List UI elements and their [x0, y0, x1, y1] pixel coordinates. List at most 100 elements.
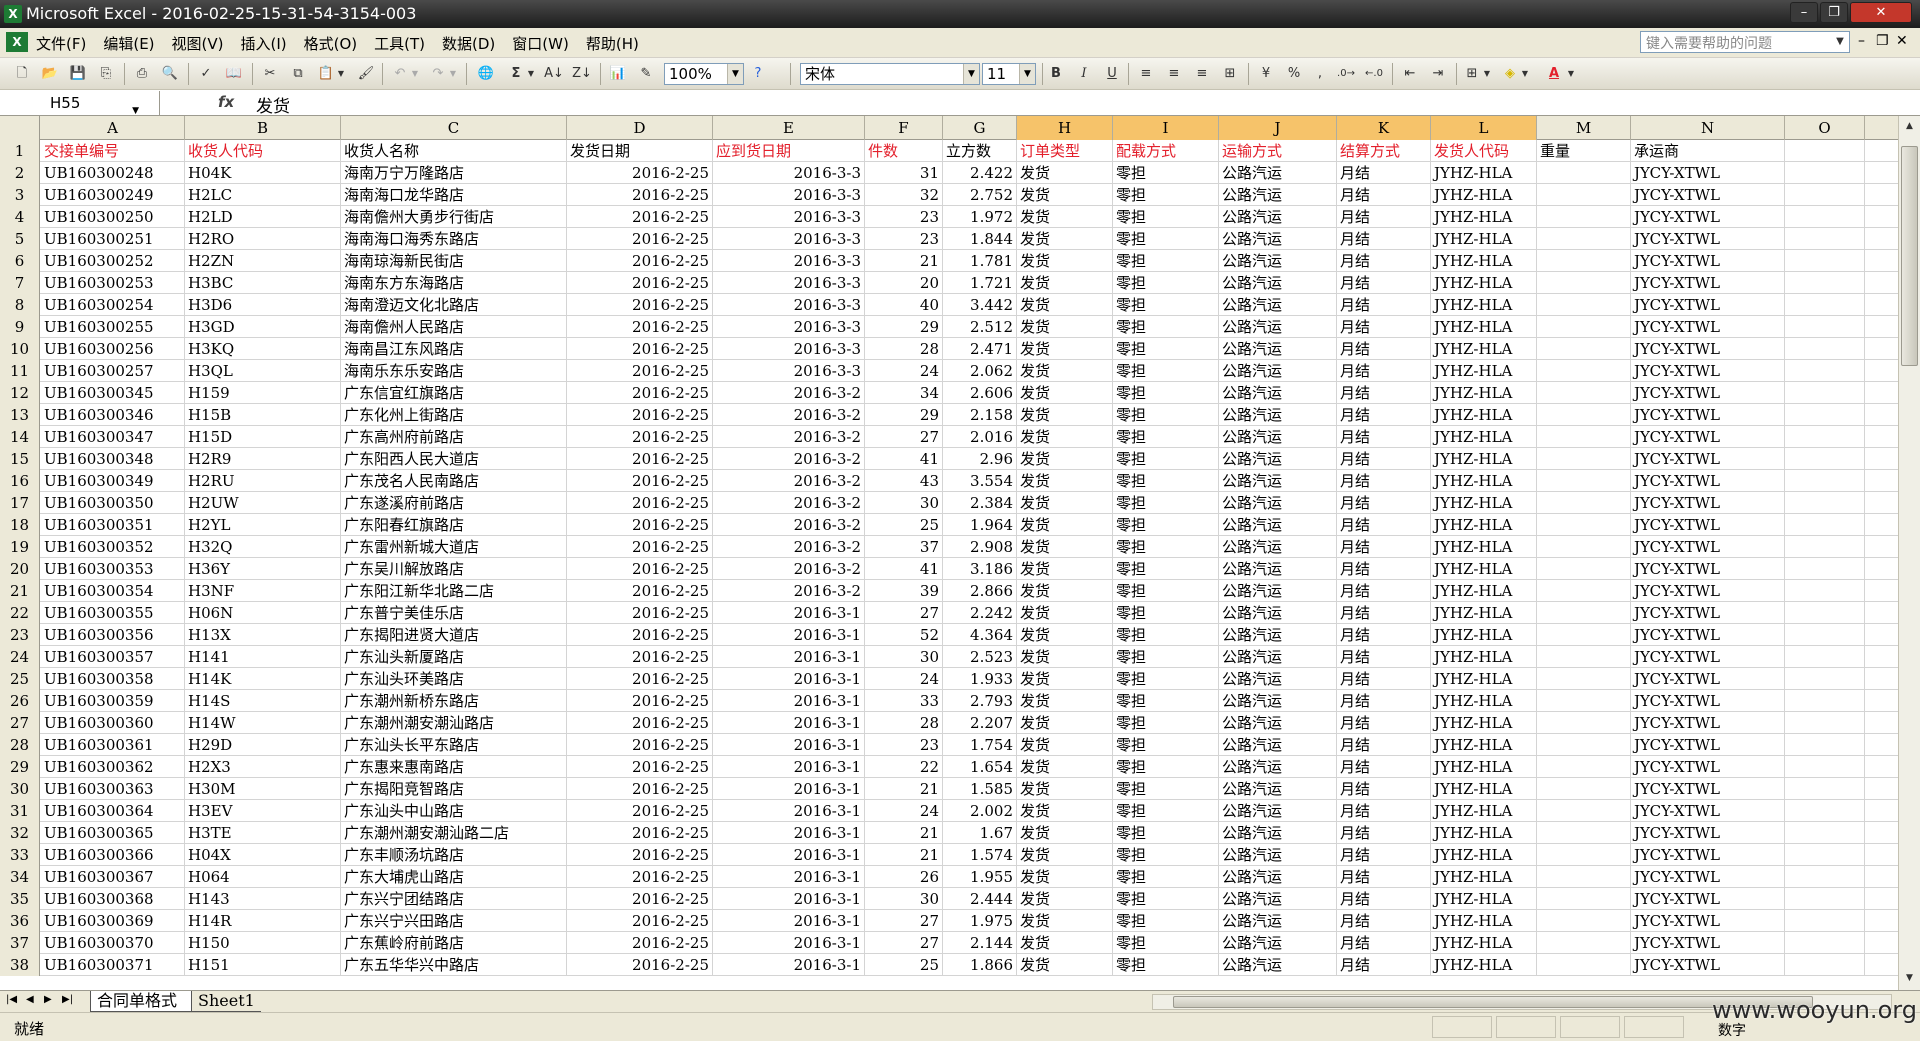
- table-cell[interactable]: [1537, 778, 1631, 800]
- table-cell[interactable]: 零担: [1113, 492, 1219, 514]
- table-cell[interactable]: 2016-2-25: [567, 910, 713, 932]
- table-cell[interactable]: 广东普宁美佳乐店: [341, 602, 567, 624]
- table-cell[interactable]: 2016-3-3: [713, 250, 865, 272]
- table-cell[interactable]: 公路汽运: [1219, 822, 1337, 844]
- table-cell[interactable]: 2016-2-25: [567, 360, 713, 382]
- table-cell[interactable]: 公路汽运: [1219, 294, 1337, 316]
- table-cell[interactable]: [1537, 888, 1631, 910]
- column-header-h[interactable]: H: [1017, 116, 1113, 140]
- table-cell[interactable]: UB160300359: [41, 690, 185, 712]
- table-cell[interactable]: 发货: [1017, 778, 1113, 800]
- table-cell[interactable]: JYHZ-HLA: [1431, 558, 1537, 580]
- table-cell[interactable]: H14W: [185, 712, 341, 734]
- table-cell[interactable]: H13X: [185, 624, 341, 646]
- table-cell[interactable]: 零担: [1113, 184, 1219, 206]
- table-cell[interactable]: 发货: [1017, 536, 1113, 558]
- table-cell[interactable]: 发货: [1017, 580, 1113, 602]
- table-cell[interactable]: 公路汽运: [1219, 206, 1337, 228]
- table-cell[interactable]: 发货: [1017, 184, 1113, 206]
- table-cell[interactable]: 22: [865, 756, 943, 778]
- table-cell[interactable]: 2016-2-25: [567, 954, 713, 976]
- row-header[interactable]: 27: [0, 712, 40, 734]
- copy-icon[interactable]: ⧉: [288, 64, 308, 84]
- table-cell[interactable]: 2016-3-3: [713, 206, 865, 228]
- table-cell[interactable]: 21: [865, 822, 943, 844]
- font-dropdown-icon[interactable]: ▼: [963, 64, 979, 84]
- table-cell[interactable]: [1537, 426, 1631, 448]
- table-cell[interactable]: [1537, 404, 1631, 426]
- row-header[interactable]: 19: [0, 536, 40, 558]
- table-cell[interactable]: [1537, 536, 1631, 558]
- table-cell[interactable]: JYCY-XTWL: [1631, 954, 1785, 976]
- row-header[interactable]: 32: [0, 822, 40, 844]
- table-cell[interactable]: 公路汽运: [1219, 272, 1337, 294]
- table-cell[interactable]: JYHZ-HLA: [1431, 822, 1537, 844]
- table-cell[interactable]: 24: [865, 800, 943, 822]
- table-cell[interactable]: [1537, 910, 1631, 932]
- insert-function-icon[interactable]: fx: [218, 93, 234, 111]
- table-cell[interactable]: H2R9: [185, 448, 341, 470]
- table-cell[interactable]: 2016-3-1: [713, 822, 865, 844]
- table-cell[interactable]: 30: [865, 492, 943, 514]
- table-cell[interactable]: H2RO: [185, 228, 341, 250]
- name-box[interactable]: H55 ▼: [0, 91, 160, 116]
- table-cell[interactable]: 零担: [1113, 800, 1219, 822]
- table-cell[interactable]: 广东阳春红旗路店: [341, 514, 567, 536]
- table-cell[interactable]: JYCY-XTWL: [1631, 426, 1785, 448]
- workbook-icon[interactable]: X: [6, 32, 28, 52]
- table-cell[interactable]: 月结: [1337, 382, 1431, 404]
- table-cell[interactable]: 32: [865, 184, 943, 206]
- table-cell[interactable]: 广东汕头中山路店: [341, 800, 567, 822]
- hyperlink-icon[interactable]: 🌐: [476, 64, 496, 84]
- table-cell[interactable]: JYHZ-HLA: [1431, 756, 1537, 778]
- table-cell[interactable]: 发货: [1017, 602, 1113, 624]
- save-icon[interactable]: 💾: [68, 64, 88, 84]
- table-cell[interactable]: JYHZ-HLA: [1431, 404, 1537, 426]
- menu-format[interactable]: 格式(O): [304, 33, 358, 54]
- column-header-d[interactable]: D: [567, 116, 713, 140]
- table-cell[interactable]: 2.016: [943, 426, 1017, 448]
- table-cell[interactable]: [1785, 206, 1865, 228]
- table-cell[interactable]: 发货: [1017, 954, 1113, 976]
- row-header[interactable]: 16: [0, 470, 40, 492]
- table-cell[interactable]: 2.062: [943, 360, 1017, 382]
- table-cell[interactable]: 广东潮州新桥东路店: [341, 690, 567, 712]
- table-cell[interactable]: 2016-2-25: [567, 536, 713, 558]
- table-cell[interactable]: [1537, 800, 1631, 822]
- row-header[interactable]: 36: [0, 910, 40, 932]
- table-cell[interactable]: 月结: [1337, 646, 1431, 668]
- table-cell[interactable]: 广东高州府前路店: [341, 426, 567, 448]
- header-cell[interactable]: 应到货日期: [713, 140, 865, 162]
- table-cell[interactable]: JYHZ-HLA: [1431, 712, 1537, 734]
- table-cell[interactable]: 28: [865, 712, 943, 734]
- table-cell[interactable]: [1537, 338, 1631, 360]
- table-cell[interactable]: 零担: [1113, 624, 1219, 646]
- worksheet-grid[interactable]: ABCDEFGHIJKLMNO 1 交接单编号 收货人代码 收货人名称 发货日期 应到货日…: [0, 116, 1898, 990]
- table-cell[interactable]: 1.721: [943, 272, 1017, 294]
- row-header[interactable]: 4: [0, 206, 40, 228]
- table-cell[interactable]: [1785, 756, 1865, 778]
- undo-dropdown-icon[interactable]: ▼: [410, 64, 420, 84]
- table-cell[interactable]: 零担: [1113, 514, 1219, 536]
- table-cell[interactable]: 公路汽运: [1219, 778, 1337, 800]
- help-icon[interactable]: ?: [748, 64, 768, 84]
- help-search-input[interactable]: 键入需要帮助的问题: [1640, 31, 1850, 53]
- table-cell[interactable]: H141: [185, 646, 341, 668]
- table-cell[interactable]: 月结: [1337, 162, 1431, 184]
- table-cell[interactable]: [1537, 228, 1631, 250]
- table-cell[interactable]: 发货: [1017, 734, 1113, 756]
- header-cell[interactable]: 承运商: [1631, 140, 1785, 162]
- table-cell[interactable]: 2016-3-2: [713, 514, 865, 536]
- table-cell[interactable]: 广东揭阳竞智路店: [341, 778, 567, 800]
- table-cell[interactable]: 2016-2-25: [567, 470, 713, 492]
- table-cell[interactable]: 月结: [1337, 470, 1431, 492]
- table-cell[interactable]: [1537, 624, 1631, 646]
- row-header[interactable]: 23: [0, 624, 40, 646]
- table-cell[interactable]: [1785, 624, 1865, 646]
- header-cell[interactable]: 订单类型: [1017, 140, 1113, 162]
- table-cell[interactable]: 1.654: [943, 756, 1017, 778]
- table-cell[interactable]: 广东汕头长平东路店: [341, 734, 567, 756]
- table-cell[interactable]: 公路汽运: [1219, 954, 1337, 976]
- italic-button[interactable]: I: [1074, 64, 1094, 84]
- autosum-dropdown-icon[interactable]: ▼: [526, 64, 536, 84]
